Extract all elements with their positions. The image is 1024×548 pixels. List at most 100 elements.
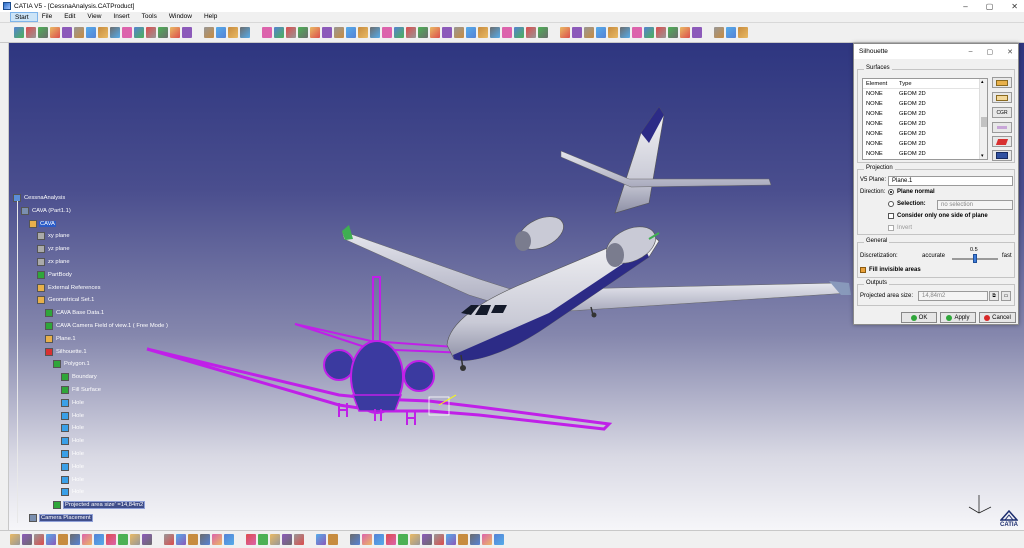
dialog-maximize-icon[interactable]: ▢ [987,48,994,56]
toolbar-tool-icon[interactable] [58,534,68,545]
remove-surface-button[interactable] [992,122,1012,133]
discretization-slider-thumb[interactable] [973,254,977,263]
tree-node[interactable]: Hole [61,487,85,497]
surfaces-table[interactable]: Element Type NONE GEOM 2D NONE GEOM 2D NONE G… [862,78,988,160]
tree-node[interactable]: CAVA Base Data.1 [45,308,105,318]
toolbar-tool-icon[interactable] [270,534,280,545]
toolbar-tool-icon[interactable] [478,27,488,38]
toolbar-tool-icon[interactable] [572,27,582,38]
toolbar-tool-icon[interactable] [538,27,548,38]
toolbar-tool-icon[interactable] [182,27,192,38]
toolbar-tool-icon[interactable] [458,534,468,545]
copy-value-icon[interactable]: ⧉ [989,291,999,301]
scrollbar-thumb[interactable] [981,117,987,127]
toolbar-tool-icon[interactable] [22,534,32,545]
toolbar-tool-icon[interactable] [466,27,476,38]
toolbar-tool-icon[interactable] [188,534,198,545]
toolbar-tool-icon[interactable] [94,534,104,545]
toolbar-tool-icon[interactable] [70,534,80,545]
tree-node[interactable]: yz plane [37,244,71,254]
toolbar-tool-icon[interactable] [118,534,128,545]
toolbar-tool-icon[interactable] [656,27,666,38]
properties-button[interactable] [992,150,1012,161]
toolbar-tool-icon[interactable] [454,27,464,38]
toolbar-tool-icon[interactable] [10,534,20,545]
toolbar-tool-icon[interactable] [418,27,428,38]
maximize-icon[interactable]: ▢ [986,2,994,11]
toolbar-tool-icon[interactable] [362,534,372,545]
toolbar-tool-icon[interactable] [294,534,304,545]
toolbar-tool-icon[interactable] [142,534,152,545]
toolbar-tool-icon[interactable] [26,27,36,38]
table-row[interactable]: NONE GEOM 2D [863,149,987,159]
toolbar-tool-icon[interactable] [430,27,440,38]
toolbar-tool-icon[interactable] [200,534,210,545]
toolbar-tool-icon[interactable] [514,27,524,38]
fill-invisible-checkbox[interactable]: Fill invisible areas [860,267,921,273]
toolbar-tool-icon[interactable] [398,534,408,545]
menu-start[interactable]: Start [10,12,38,22]
table-row[interactable]: NONE GEOM 2D [863,119,987,129]
tree-node[interactable]: Hole [61,436,85,446]
plane-normal-radio-dot[interactable] [888,189,894,195]
toolbar-tool-icon[interactable] [382,27,392,38]
toolbar-tool-icon[interactable] [374,534,384,545]
tree-node[interactable]: Geometrical Set.1 [37,295,95,305]
measure-icon[interactable]: ▭ [1001,291,1011,301]
toolbar-tool-icon[interactable] [246,534,256,545]
tree-node[interactable]: Hole [61,411,85,421]
toolbar-tool-icon[interactable] [442,27,452,38]
toolbar-tool-icon[interactable] [434,534,444,545]
fill-invisible-check-box[interactable] [860,267,866,273]
toolbar-tool-icon[interactable] [726,27,736,38]
toolbar-tool-icon[interactable] [224,534,234,545]
menu-insert[interactable]: Insert [109,12,137,22]
toolbar-tool-icon[interactable] [38,27,48,38]
tree-node[interactable]: CAVA [29,219,56,229]
v5-plane-field[interactable]: Plane.1 [888,176,1013,186]
tree-node[interactable]: Hole [61,462,85,472]
toolbar-tool-icon[interactable] [620,27,630,38]
toolbar-tool-icon[interactable] [394,27,404,38]
toolbar-tool-icon[interactable] [46,534,56,545]
tree-node[interactable]: External References [37,283,102,293]
toolbar-tool-icon[interactable] [560,27,570,38]
menu-window[interactable]: Window [165,12,200,22]
tree-node[interactable]: CAVA (Part1.1) [21,206,72,216]
plane-normal-radio[interactable]: Plane normal [888,189,935,195]
toolbar-tool-icon[interactable] [50,27,60,38]
toolbar-tool-icon[interactable] [502,27,512,38]
tree-node[interactable]: Fill Surface [61,385,102,395]
menu-file[interactable]: File [38,12,60,22]
tree-node[interactable]: Hole [61,449,85,459]
toolbar-tool-icon[interactable] [446,534,456,545]
toolbar-tool-icon[interactable] [106,534,116,545]
invert-check-box[interactable] [888,225,894,231]
toolbar-tool-icon[interactable] [216,27,226,38]
menu-view[interactable]: View [83,12,109,22]
apply-button[interactable]: Apply [940,312,976,323]
toolbar-tool-icon[interactable] [228,27,238,38]
toolbar-tool-icon[interactable] [680,27,690,38]
invert-checkbox[interactable]: Invert [888,225,912,231]
menu-edit[interactable]: Edit [60,12,83,22]
toolbar-tool-icon[interactable] [334,27,344,38]
tree-node[interactable]: Plane.1 [45,334,77,344]
table-row[interactable]: NONE GEOM 2D [863,109,987,119]
selection-field[interactable]: no selection [937,200,1013,210]
toolbar-tool-icon[interactable] [322,27,332,38]
toolbar-tool-icon[interactable] [262,27,272,38]
minimize-icon[interactable]: – [963,2,967,11]
toolbar-tool-icon[interactable] [406,27,416,38]
toolbar-tool-icon[interactable] [176,534,186,545]
table-row[interactable]: NONE GEOM 2D [863,139,987,149]
selection-radio-dot[interactable] [888,201,894,207]
toolbar-tool-icon[interactable] [526,27,536,38]
selection-radio[interactable]: Selection: [888,201,926,207]
toolbar-tool-icon[interactable] [482,534,492,545]
toolbar-tool-icon[interactable] [98,27,108,38]
menu-help[interactable]: Help [200,12,225,22]
toolbar-tool-icon[interactable] [110,27,120,38]
toolbar-tool-icon[interactable] [158,27,168,38]
toolbar-tool-icon[interactable] [310,27,320,38]
